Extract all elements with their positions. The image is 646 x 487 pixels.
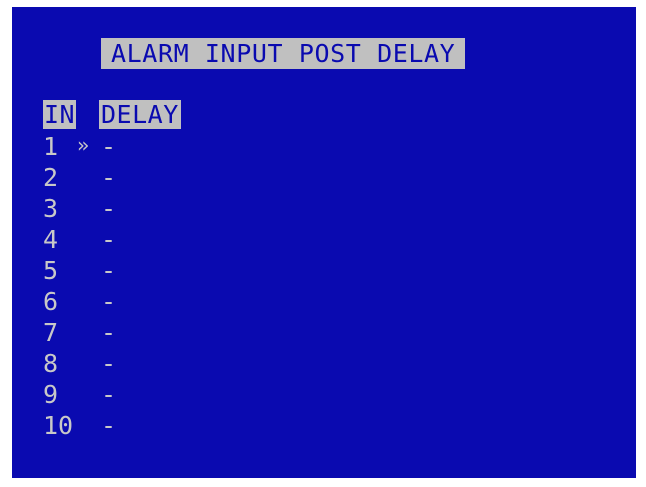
- input-number: 7: [43, 318, 59, 347]
- input-number: 2: [43, 163, 59, 192]
- column-header-delay: DELAY: [99, 100, 181, 129]
- selection-cursor-icon: »: [77, 133, 90, 157]
- alarm-input-row-6[interactable]: 6 -: [43, 286, 133, 317]
- alarm-input-row-2[interactable]: 2 -: [43, 162, 133, 193]
- delay-value[interactable]: -: [101, 348, 116, 379]
- input-number: 6: [43, 287, 59, 316]
- alarm-input-row-5[interactable]: 5 -: [43, 255, 133, 286]
- osd-screen: ALARM INPUT POST DELAY IN DELAY 1 » - 2 …: [12, 7, 636, 478]
- delay-value[interactable]: -: [101, 224, 116, 255]
- delay-value[interactable]: -: [101, 131, 116, 162]
- input-number: 5: [43, 256, 59, 285]
- delay-value[interactable]: -: [101, 193, 116, 224]
- delay-value[interactable]: -: [101, 286, 116, 317]
- input-number: 1: [43, 132, 59, 161]
- input-number: 3: [43, 194, 59, 223]
- input-number: 4: [43, 225, 59, 254]
- input-number: 8: [43, 349, 59, 378]
- delay-value[interactable]: -: [101, 255, 116, 286]
- menu-title: ALARM INPUT POST DELAY: [101, 38, 466, 69]
- alarm-input-row-1[interactable]: 1 » -: [43, 131, 133, 162]
- column-header-input: IN: [43, 100, 77, 129]
- alarm-input-row-8[interactable]: 8 -: [43, 348, 133, 379]
- delay-value[interactable]: -: [101, 379, 116, 410]
- delay-value[interactable]: -: [101, 162, 116, 193]
- alarm-input-row-3[interactable]: 3 -: [43, 193, 133, 224]
- input-number: 9: [43, 380, 59, 409]
- delay-value[interactable]: -: [101, 317, 116, 348]
- input-number: 10: [43, 411, 74, 440]
- alarm-input-row-7[interactable]: 7 -: [43, 317, 133, 348]
- alarm-input-row-10[interactable]: 10 -: [43, 410, 133, 441]
- alarm-input-row-9[interactable]: 9 -: [43, 379, 133, 410]
- alarm-input-row-4[interactable]: 4 -: [43, 224, 133, 255]
- delay-value[interactable]: -: [101, 410, 116, 441]
- alarm-input-list: 1 » - 2 - 3 - 4 - 5 - 6 - 7 - 8 - 9 - 10…: [43, 131, 133, 441]
